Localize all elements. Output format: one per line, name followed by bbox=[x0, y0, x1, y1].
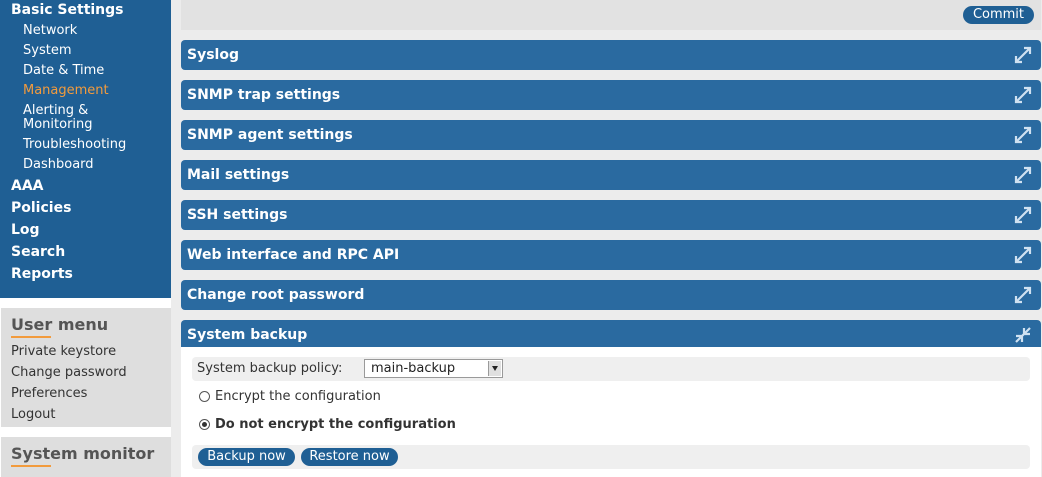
nav-aaa[interactable]: AAA bbox=[11, 178, 44, 194]
nav-search[interactable]: Search bbox=[11, 244, 65, 260]
nav-dashboard[interactable]: Dashboard bbox=[23, 158, 94, 172]
nav-network[interactable]: Network bbox=[23, 24, 77, 38]
backup-now-button[interactable]: Backup now bbox=[198, 448, 295, 466]
panel-snmp-agent[interactable]: SNMP agent settings bbox=[181, 120, 1041, 150]
nav-reports[interactable]: Reports bbox=[11, 266, 73, 282]
expand-icon[interactable] bbox=[1014, 246, 1032, 264]
panel-title: Mail settings bbox=[187, 167, 290, 183]
expand-icon[interactable] bbox=[1014, 286, 1032, 304]
system-monitor-title: System monitor bbox=[11, 444, 155, 463]
collapse-icon[interactable] bbox=[1014, 326, 1032, 344]
panel-title: System backup bbox=[187, 327, 308, 343]
dropdown-arrow-icon[interactable] bbox=[488, 361, 501, 376]
no-encrypt-radio[interactable] bbox=[199, 419, 210, 430]
nav-alerting-monitoring[interactable]: Alerting & Monitoring bbox=[23, 104, 93, 132]
link-change-password[interactable]: Change password bbox=[11, 365, 127, 380]
backup-policy-value: main-backup bbox=[371, 361, 456, 376]
system-monitor-underline bbox=[11, 465, 51, 467]
commit-button[interactable]: Commit bbox=[963, 6, 1034, 24]
expand-icon[interactable] bbox=[1014, 86, 1032, 104]
panel-title: Change root password bbox=[187, 287, 365, 303]
nav-alerting-line2: Monitoring bbox=[23, 117, 93, 132]
nav-troubleshooting[interactable]: Troubleshooting bbox=[23, 138, 126, 152]
panel-syslog[interactable]: Syslog bbox=[181, 40, 1041, 70]
encrypt-label[interactable]: Encrypt the configuration bbox=[215, 389, 381, 404]
nav-system[interactable]: System bbox=[23, 44, 71, 58]
system-monitor-box: System monitor bbox=[1, 437, 171, 477]
nav-date-time[interactable]: Date & Time bbox=[23, 64, 104, 78]
backup-policy-select[interactable]: main-backup bbox=[364, 359, 503, 378]
link-private-keystore[interactable]: Private keystore bbox=[11, 344, 116, 359]
nav-log[interactable]: Log bbox=[11, 222, 40, 238]
link-logout[interactable]: Logout bbox=[11, 407, 56, 422]
panel-system-backup[interactable]: System backup bbox=[181, 320, 1041, 350]
panel-mail[interactable]: Mail settings bbox=[181, 160, 1041, 190]
backup-policy-label: System backup policy: bbox=[197, 361, 343, 376]
panel-title: SNMP trap settings bbox=[187, 87, 341, 103]
panel-snmp-trap[interactable]: SNMP trap settings bbox=[181, 80, 1041, 110]
nav-policies[interactable]: Policies bbox=[11, 200, 71, 216]
user-menu-box: User menu Private keystore Change passwo… bbox=[1, 308, 171, 427]
main-navigation: Basic Settings Network System Date & Tim… bbox=[0, 0, 171, 298]
commit-bar: Commit bbox=[181, 0, 1041, 30]
link-preferences[interactable]: Preferences bbox=[11, 386, 87, 401]
panel-title: Web interface and RPC API bbox=[187, 247, 400, 263]
panel-ssh[interactable]: SSH settings bbox=[181, 200, 1041, 230]
panel-title: SSH settings bbox=[187, 207, 288, 223]
expand-icon[interactable] bbox=[1014, 206, 1032, 224]
expand-icon[interactable] bbox=[1014, 166, 1032, 184]
sidebar: Basic Settings Network System Date & Tim… bbox=[0, 0, 171, 477]
restore-now-button[interactable]: Restore now bbox=[301, 448, 398, 466]
no-encrypt-label[interactable]: Do not encrypt the configuration bbox=[215, 417, 456, 432]
user-menu-underline bbox=[11, 336, 51, 338]
nav-alerting-line1: Alerting & bbox=[23, 103, 89, 118]
user-menu-title: User menu bbox=[11, 315, 109, 334]
panel-title: SNMP agent settings bbox=[187, 127, 353, 143]
expand-icon[interactable] bbox=[1014, 126, 1032, 144]
panel-title: Syslog bbox=[187, 47, 239, 63]
main-content: Commit Syslog SNMP trap settings SNMP ag… bbox=[181, 0, 1041, 477]
encrypt-radio[interactable] bbox=[199, 391, 210, 402]
system-backup-body: System backup policy: main-backup Encryp… bbox=[181, 347, 1041, 477]
panel-web-interface[interactable]: Web interface and RPC API bbox=[181, 240, 1041, 270]
expand-icon[interactable] bbox=[1014, 46, 1032, 64]
nav-management[interactable]: Management bbox=[23, 84, 109, 98]
panel-change-root-password[interactable]: Change root password bbox=[181, 280, 1041, 310]
nav-basic-settings[interactable]: Basic Settings bbox=[11, 2, 124, 18]
